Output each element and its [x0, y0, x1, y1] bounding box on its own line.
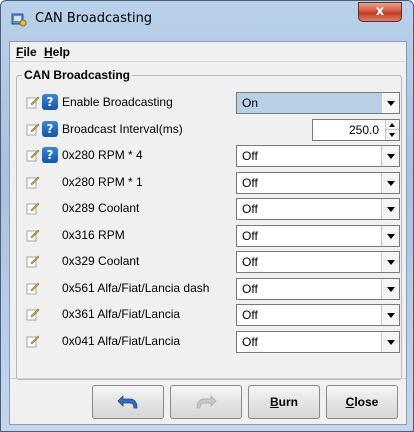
redo-button[interactable]: [170, 385, 242, 419]
redo-icon: [196, 395, 217, 409]
setting-dropdown[interactable]: Off: [236, 198, 400, 220]
setting-dropdown[interactable]: Off: [236, 251, 400, 273]
spinner-value[interactable]: 250.0: [349, 123, 379, 137]
setting-row: 0x316 RPM Off: [10, 223, 406, 249]
chevron-down-icon[interactable]: [381, 93, 399, 113]
dropdown-value: Off: [242, 175, 258, 190]
dropdown-value: Off: [242, 334, 258, 349]
close-window-button[interactable]: x: [358, 2, 402, 22]
setting-dropdown[interactable]: Off: [236, 224, 400, 247]
group-title: CAN Broadcasting: [22, 68, 133, 82]
dropdown-value: Off: [242, 202, 258, 216]
close-button[interactable]: Close: [326, 385, 398, 419]
spin-up-arrow-icon[interactable]: [386, 119, 399, 130]
help-icon[interactable]: ?: [42, 120, 58, 137]
dropdown-value: Off: [242, 255, 258, 269]
setting-label: 0x041 Alfa/Fiat/Lancia: [62, 333, 181, 348]
setting-row: ? Broadcast Interval(ms) 250.0: [10, 117, 406, 143]
setting-row: 0x329 Coolant Off: [10, 249, 406, 275]
edit-icon[interactable]: [26, 228, 40, 242]
chevron-down-icon[interactable]: [381, 278, 399, 299]
edit-icon[interactable]: [26, 122, 40, 136]
window-frame: CAN Broadcasting x File Help CAN Broadca…: [0, 0, 414, 432]
dropdown-value: Off: [242, 308, 258, 322]
setting-dropdown[interactable]: On: [236, 92, 400, 114]
setting-row: 0x041 Alfa/Fiat/Lancia Off: [10, 329, 406, 355]
setting-dropdown[interactable]: Off: [236, 171, 400, 194]
edit-icon[interactable]: [26, 201, 40, 215]
setting-label: 0x361 Alfa/Fiat/Lancia: [62, 307, 181, 321]
dropdown-value: Off: [242, 228, 258, 243]
app-icon: [11, 13, 27, 27]
chevron-down-icon[interactable]: [381, 305, 399, 325]
setting-row: 0x561 Alfa/Fiat/Lancia dash Off: [10, 276, 406, 302]
edit-icon[interactable]: [26, 148, 40, 162]
setting-row: ? Enable Broadcasting On: [10, 90, 406, 116]
setting-label: 0x289 Coolant: [62, 201, 140, 215]
edit-icon[interactable]: [26, 254, 40, 268]
dropdown-value: Off: [242, 281, 258, 296]
edit-icon[interactable]: [26, 175, 40, 189]
interval-spinner[interactable]: 250.0: [312, 118, 400, 141]
chevron-down-icon[interactable]: [381, 331, 399, 352]
button-panel: Burn Close: [10, 378, 406, 424]
undo-button[interactable]: [92, 385, 164, 419]
setting-row: 0x280 RPM * 1 Off: [10, 170, 406, 196]
help-icon[interactable]: ?: [42, 147, 58, 163]
setting-label: Broadcast Interval(ms): [62, 121, 183, 136]
menu-help[interactable]: Help: [44, 45, 70, 59]
setting-dropdown[interactable]: Off: [236, 145, 400, 167]
dropdown-value: Off: [242, 149, 258, 163]
chevron-down-icon[interactable]: [381, 225, 399, 246]
edit-icon[interactable]: [26, 95, 40, 109]
setting-dropdown[interactable]: Off: [236, 277, 400, 300]
menu-file[interactable]: File: [16, 45, 37, 59]
spin-down-arrow-icon[interactable]: [386, 129, 399, 140]
chevron-down-icon[interactable]: [381, 252, 399, 272]
setting-label: 0x316 RPM: [62, 227, 125, 242]
chevron-down-icon[interactable]: [381, 146, 399, 166]
edit-icon[interactable]: [26, 334, 40, 348]
dropdown-value: On: [242, 96, 259, 110]
burn-button[interactable]: Burn: [248, 385, 320, 419]
setting-label: 0x329 Coolant: [62, 254, 140, 268]
setting-label: 0x280 RPM * 4: [62, 148, 143, 162]
chevron-down-icon[interactable]: [381, 172, 399, 193]
setting-dropdown[interactable]: Off: [236, 330, 400, 353]
setting-row: 0x361 Alfa/Fiat/Lancia Off: [10, 302, 406, 328]
undo-icon: [117, 395, 138, 409]
chevron-down-icon[interactable]: [381, 199, 399, 219]
edit-icon[interactable]: [26, 281, 40, 295]
setting-dropdown[interactable]: Off: [236, 304, 400, 326]
setting-row: 0x289 Coolant Off: [10, 196, 406, 222]
setting-label: Enable Broadcasting: [62, 95, 173, 109]
setting-label: 0x280 RPM * 1: [62, 174, 143, 189]
menu-bar: File Help: [10, 42, 406, 62]
setting-label: 0x561 Alfa/Fiat/Lancia dash: [62, 280, 210, 295]
client-area: File Help CAN Broadcasting ? Enable Broad…: [9, 41, 407, 425]
title-bar[interactable]: CAN Broadcasting x: [1, 1, 413, 37]
edit-icon[interactable]: [26, 307, 40, 321]
spinner-buttons: [385, 119, 399, 140]
help-icon[interactable]: ?: [42, 94, 58, 110]
setting-row: ? 0x280 RPM * 4 Off: [10, 143, 406, 169]
window-title: CAN Broadcasting: [35, 11, 153, 26]
